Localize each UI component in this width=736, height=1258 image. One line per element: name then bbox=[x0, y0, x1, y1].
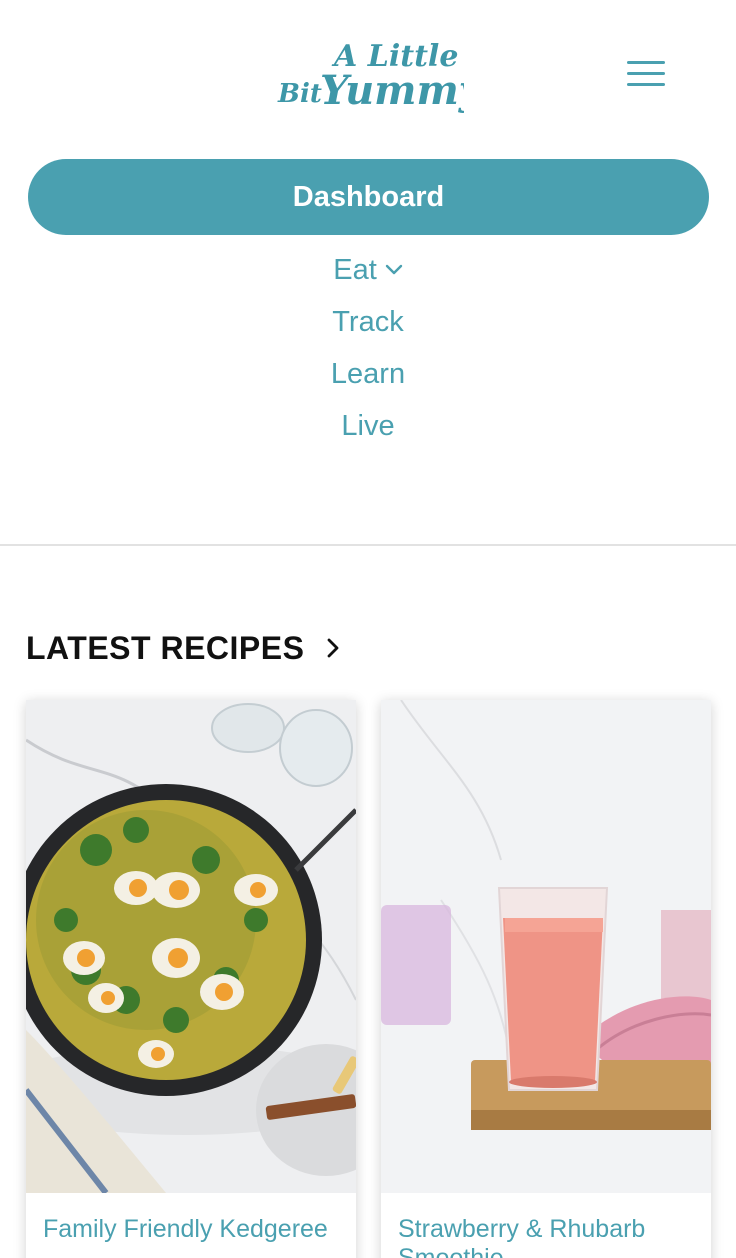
recipe-title[interactable]: Strawberry & Rhubarb Smoothie bbox=[398, 1215, 698, 1258]
svg-text:Yummy: Yummy bbox=[320, 67, 464, 114]
latest-recipes-heading[interactable]: LATEST RECIPES bbox=[26, 626, 340, 670]
site-header: A Little Bit Yummy bbox=[0, 0, 736, 150]
smoothie-photo bbox=[381, 700, 711, 1193]
dashboard-button[interactable]: Dashboard bbox=[28, 159, 709, 235]
dashboard-label: Dashboard bbox=[292, 180, 445, 213]
chevron-right-icon bbox=[328, 638, 339, 658]
site-logo[interactable]: A Little Bit Yummy bbox=[274, 32, 464, 128]
hamburger-menu-icon[interactable] bbox=[624, 58, 668, 92]
nav-item-learn[interactable]: Learn bbox=[0, 348, 736, 400]
recipe-card[interactable]: Strawberry & Rhubarb Smoothie bbox=[381, 700, 711, 1258]
menu-bar bbox=[627, 83, 665, 86]
menu-bar bbox=[627, 61, 665, 64]
recipe-title[interactable]: Family Friendly Kedgeree bbox=[43, 1215, 343, 1244]
nav-item-label: Track bbox=[332, 305, 404, 338]
chevron-down-icon bbox=[385, 264, 402, 275]
kedgeree-photo bbox=[26, 700, 356, 1193]
nav-item-label: Eat bbox=[333, 253, 377, 286]
nav-item-track[interactable]: Track bbox=[0, 296, 736, 348]
section-divider bbox=[0, 544, 736, 546]
nav-item-live[interactable]: Live bbox=[0, 400, 736, 452]
nav-item-label: Learn bbox=[330, 357, 406, 390]
logo-image: A Little Bit Yummy bbox=[277, 39, 464, 114]
main-nav: Eat Track Learn Live bbox=[0, 244, 736, 452]
recipe-card[interactable]: Family Friendly Kedgeree bbox=[26, 700, 356, 1258]
nav-item-label: Live bbox=[341, 409, 395, 442]
svg-text:Bit: Bit bbox=[277, 79, 322, 109]
nav-item-eat[interactable]: Eat bbox=[0, 244, 736, 296]
section-heading-text: LATEST RECIPES bbox=[26, 629, 305, 666]
menu-bar bbox=[627, 72, 665, 75]
